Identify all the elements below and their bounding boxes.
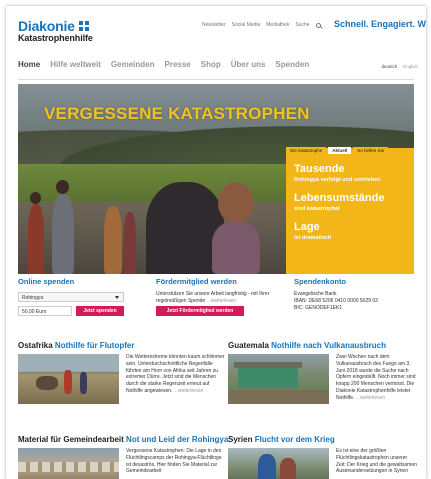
logo-subtitle: Katastrophenhilfe bbox=[18, 33, 93, 43]
hero-item-title: Lebensumstände bbox=[294, 192, 385, 204]
news-text-syrien: Es ist eine der größten Flüchtlingskatas… bbox=[336, 448, 418, 475]
hero-item: Tausende Rohingya verfolgt und vertriebe… bbox=[294, 163, 381, 183]
news-region: Material für Gemeindearbeit bbox=[18, 435, 124, 444]
tab-die-katastrophe[interactable]: Die Katastrophe bbox=[286, 147, 327, 154]
news-title-guatemala[interactable]: Guatemala Nothilfe nach Vulkanausbruch bbox=[228, 341, 386, 350]
news-text-material: Vergessene Katastrophen: Die Lage in den… bbox=[126, 448, 226, 475]
image-ground bbox=[228, 390, 329, 404]
foerdermitglied-button[interactable]: Jetzt Fördermitglied werden bbox=[156, 306, 244, 316]
image-person bbox=[64, 370, 72, 394]
nav-item-gemeinden[interactable]: Gemeinden bbox=[111, 60, 155, 69]
main-nav: Home Hilfe weltweit Gemeinden Presse Sho… bbox=[18, 60, 309, 69]
nav-item-presse[interactable]: Presse bbox=[165, 60, 191, 69]
iban: IBAN: DE68 5206 0410 0000 5029 02 bbox=[294, 297, 378, 304]
top-links: Newsletter Social Media Mediathek Suche bbox=[202, 22, 321, 28]
donate-button[interactable]: Jetzt spenden bbox=[76, 306, 124, 316]
page: Diakonie Katastrophenhilfe Newsletter So… bbox=[6, 6, 426, 479]
hero-person-1 bbox=[28, 204, 44, 274]
nav-item-spenden[interactable]: Spenden bbox=[275, 60, 309, 69]
bic: BIC: GENODEF1EK1 bbox=[294, 304, 343, 311]
toplink-social-media[interactable]: Social Media bbox=[232, 22, 261, 28]
foerdermitglied-text: Unterstützen Sie unsere Arbeit langfrist… bbox=[156, 291, 274, 305]
toplink-suche[interactable]: Suche bbox=[295, 22, 309, 28]
hero-item-text: sind katastrophal bbox=[294, 205, 340, 212]
image-roof bbox=[234, 362, 302, 368]
news-region: Syrien bbox=[228, 435, 253, 444]
spendenkonto-title: Spendenkonto bbox=[294, 277, 347, 286]
lang-deutsch[interactable]: deutsch bbox=[381, 64, 397, 69]
news-headline: Not und Leid der Rohingya bbox=[126, 435, 229, 444]
image-animal bbox=[36, 376, 58, 390]
image-building bbox=[238, 366, 298, 388]
image-tents bbox=[18, 462, 119, 472]
amount-input-value: 50,00 Euro bbox=[22, 308, 47, 315]
hero-child-head bbox=[218, 182, 254, 224]
news-more-link[interactable]: ...weiterlesen bbox=[174, 388, 203, 394]
online-spenden-title: Online spenden bbox=[18, 277, 75, 286]
hero-person-head bbox=[30, 192, 41, 204]
hero-item-title: Tausende bbox=[294, 163, 345, 175]
news-region: Ostafrika bbox=[18, 341, 53, 350]
news-title-material[interactable]: Material für Gemeindearbeit Not und Leid… bbox=[18, 435, 228, 444]
amount-input[interactable]: 50,00 Euro bbox=[18, 306, 72, 316]
logo-mark-icon bbox=[78, 21, 89, 31]
logo-name: Diakonie bbox=[18, 18, 75, 34]
news-headline: Flucht vor dem Krieg bbox=[254, 435, 335, 444]
hero-item-title: Lage bbox=[294, 221, 320, 233]
image-person bbox=[280, 458, 296, 479]
foerdermitglied-title: Fördermitglied werden bbox=[156, 277, 237, 286]
news-more-link[interactable]: ...weiterlesen bbox=[356, 395, 385, 401]
news-region: Guatemala bbox=[228, 341, 269, 350]
spendenkonto-details: Evangelische Bank IBAN: DE68 5206 0410 0… bbox=[294, 291, 418, 311]
news-image-guatemala[interactable] bbox=[228, 354, 329, 404]
hero-person-4 bbox=[124, 212, 136, 274]
project-select[interactable]: Rohingya bbox=[18, 292, 124, 302]
search-icon[interactable] bbox=[315, 22, 321, 28]
news-text-guatemala: Zwei Wochen nach dem Vulkanausbruch des … bbox=[336, 354, 418, 401]
hero-item: Lage ist dramatisch bbox=[294, 221, 332, 241]
tab-aktuell[interactable]: Aktuell bbox=[328, 147, 352, 154]
news-title-syrien[interactable]: Syrien Flucht vor dem Krieg bbox=[228, 435, 335, 444]
slogan: Schnell. Engagiert. Wirksam. bbox=[334, 19, 426, 29]
hero-person-head bbox=[56, 180, 69, 194]
hero-item-text: ist dramatisch bbox=[294, 234, 332, 241]
nav-item-shop[interactable]: Shop bbox=[201, 60, 221, 69]
news-headline: Nothilfe für Flutopfer bbox=[54, 341, 135, 350]
hero-child bbox=[212, 222, 260, 274]
logo[interactable]: Diakonie Katastrophenhilfe bbox=[18, 18, 93, 43]
project-select-value: Rohingya bbox=[22, 294, 44, 301]
tab-so-helfen-sie[interactable]: So helfen Sie bbox=[353, 147, 389, 154]
toplink-mediathek[interactable]: Mediathek bbox=[266, 22, 289, 28]
news-image-material[interactable] bbox=[18, 448, 119, 479]
lang-english[interactable]: English bbox=[403, 64, 418, 69]
hero-person-2 bbox=[52, 194, 74, 274]
hero-person-3 bbox=[104, 206, 122, 274]
news-headline: Nothilfe nach Vulkanausbruch bbox=[271, 341, 386, 350]
news-body: Es ist eine der größten Flüchtlingskatas… bbox=[336, 448, 417, 475]
news-image-ostafrika[interactable] bbox=[18, 354, 119, 404]
hero-title: VERGESSENE KATASTROPHEN bbox=[44, 104, 310, 123]
hero-item-text: Rohingya verfolgt und vertrieben bbox=[294, 176, 381, 183]
news-title-ostafrika[interactable]: Ostafrika Nothilfe für Flutopfer bbox=[18, 341, 134, 350]
foerdermitglied-more-link[interactable]: ...weiterlesen bbox=[207, 298, 236, 304]
hero-item: Lebensumstände sind katastrophal bbox=[294, 192, 385, 212]
image-person bbox=[80, 372, 87, 394]
nav-item-ueber-uns[interactable]: Über uns bbox=[231, 60, 266, 69]
news-text-ostafrika: Die Wetterextreme könnten kaum schlimmer… bbox=[126, 354, 226, 395]
nav-divider bbox=[18, 79, 414, 80]
news-image-syrien[interactable] bbox=[228, 448, 329, 479]
news-body: Vergessene Katastrophen: Die Lage in den… bbox=[126, 448, 222, 475]
hero-tabs: Die Katastrophe Aktuell So helfen Sie bbox=[286, 147, 389, 154]
nav-item-home[interactable]: Home bbox=[18, 60, 40, 69]
language-switch: deutsch English bbox=[381, 64, 418, 69]
nav-item-hilfe-weltweit[interactable]: Hilfe weltweit bbox=[50, 60, 101, 69]
image-person bbox=[258, 454, 276, 479]
toplink-newsletter[interactable]: Newsletter bbox=[202, 22, 226, 28]
chevron-down-icon bbox=[115, 296, 119, 299]
bank-name: Evangelische Bank bbox=[294, 291, 337, 297]
